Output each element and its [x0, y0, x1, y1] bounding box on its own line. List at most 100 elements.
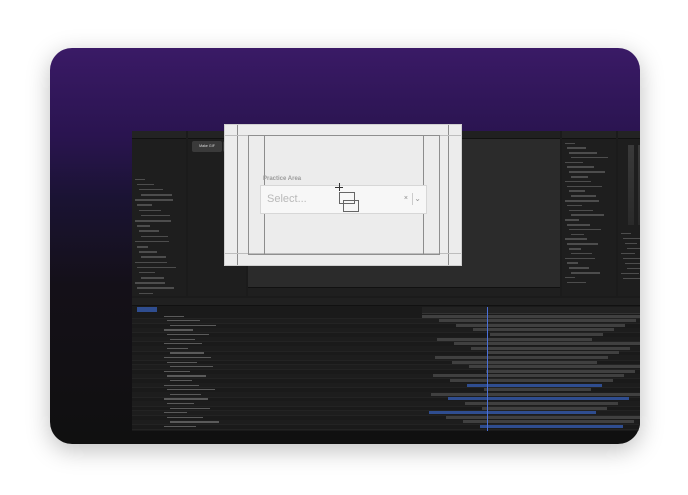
- list-item-text: [565, 161, 583, 164]
- select-divider: [412, 193, 413, 205]
- list-item-text: [623, 237, 640, 240]
- list-item-text: [137, 204, 152, 207]
- layer-name: [170, 407, 210, 409]
- layer-name: [170, 421, 219, 423]
- guide-line: [448, 125, 449, 265]
- list-item[interactable]: [132, 291, 186, 296]
- layer-duration-bar[interactable]: [429, 411, 596, 415]
- layer-name: [164, 384, 199, 386]
- layer-duration-bar[interactable]: [437, 337, 592, 341]
- layer-duration-bar[interactable]: [473, 328, 614, 332]
- list-item-text: [135, 220, 171, 222]
- clear-icon[interactable]: ×: [404, 195, 408, 202]
- list-item-text: [569, 209, 593, 212]
- chevron-down-icon[interactable]: ⌄: [414, 194, 421, 203]
- list-item-text: [621, 252, 635, 255]
- list-item-text: [571, 176, 588, 178]
- list-item-text: [139, 188, 163, 191]
- layer-name: [167, 389, 215, 391]
- composition-frame: Practice Area Select... × ⌄: [224, 124, 462, 266]
- timecode-display[interactable]: [137, 307, 157, 312]
- list-item[interactable]: [562, 280, 616, 285]
- list-item-text: [137, 183, 154, 186]
- practice-area-label: Practice Area: [263, 176, 302, 182]
- list-item-text: [571, 195, 596, 197]
- layer-duration-bar[interactable]: [482, 406, 607, 410]
- layer-name: [164, 356, 211, 359]
- layer-name: [170, 338, 195, 340]
- project-tree: [132, 139, 186, 296]
- viewer-toolbar: [248, 287, 560, 296]
- layer-duration-bar[interactable]: [439, 319, 636, 323]
- list-item-text: [139, 271, 155, 274]
- layer-duration-bar[interactable]: [480, 425, 623, 429]
- table-row[interactable]: [132, 424, 640, 430]
- layer-name: [170, 366, 213, 368]
- list-item-text: [135, 199, 173, 201]
- layer-duration-bar[interactable]: [463, 420, 634, 424]
- layer-duration-bar[interactable]: [450, 379, 613, 383]
- layer-duration-bar[interactable]: [469, 365, 640, 369]
- list-item-text: [565, 276, 575, 279]
- layer-duration-bar[interactable]: [488, 351, 619, 355]
- list-item-text: [569, 267, 589, 269]
- list-item-text: [565, 238, 587, 241]
- layer-duration-bar[interactable]: [448, 397, 629, 401]
- layer-name: [167, 320, 200, 322]
- layer-duration-bar[interactable]: [435, 356, 608, 360]
- layer-duration-bar[interactable]: [490, 333, 603, 337]
- select-placeholder: Select...: [267, 193, 307, 205]
- list-item-text: [139, 209, 161, 212]
- list-item-text: [141, 277, 164, 279]
- guide-line: [237, 125, 238, 265]
- layer-duration-bar[interactable]: [486, 369, 635, 373]
- layer-name: [164, 370, 190, 373]
- select-dropdown[interactable]: Select... × ⌄: [260, 183, 427, 214]
- effects-panel-title: [562, 131, 616, 139]
- layer-name: [164, 425, 196, 428]
- layer-duration-bar[interactable]: [484, 388, 591, 392]
- list-item-text: [569, 152, 597, 154]
- layer-duration-bar[interactable]: [456, 323, 625, 327]
- list-item-text: [571, 214, 604, 217]
- list-item-text: [567, 166, 594, 169]
- list-item-text: [137, 245, 148, 248]
- layer-duration-bar[interactable]: [471, 346, 630, 350]
- list-item-text: [567, 147, 586, 149]
- list-item-text: [621, 272, 639, 275]
- list-item-text: [621, 232, 631, 235]
- layer-name: [167, 361, 197, 363]
- list-item-text: [569, 171, 605, 173]
- playhead[interactable]: [487, 307, 488, 431]
- layer-duration-bar[interactable]: [446, 415, 640, 419]
- layer-duration-bar[interactable]: [431, 392, 640, 396]
- layer-duration-bar[interactable]: [433, 374, 624, 378]
- layer-name: [164, 343, 202, 345]
- list-item-text: [141, 194, 172, 196]
- panel-list: [618, 231, 640, 281]
- list-item-text: [137, 225, 150, 227]
- layer-bounds-icon: [343, 200, 359, 212]
- effects-presets-panel: [562, 131, 616, 296]
- info-panel-title: [618, 131, 640, 139]
- list-item-text: [565, 257, 595, 260]
- timeline-ruler: [422, 307, 640, 314]
- showcase-card: Make GIF ⚙: [50, 48, 640, 444]
- list-item-text: [627, 267, 640, 270]
- anchor-crosshair-icon[interactable]: [335, 183, 343, 191]
- list-item-text: [137, 266, 176, 269]
- list-item-text: [565, 200, 599, 202]
- layer-duration-bar[interactable]: [422, 314, 640, 318]
- list-item-text: [137, 287, 174, 290]
- make-gif-button[interactable]: Make GIF: [192, 141, 222, 152]
- audio-meter: [638, 145, 640, 225]
- list-item-text: [571, 233, 584, 236]
- list-item-text: [139, 230, 159, 232]
- layer-duration-bar[interactable]: [454, 342, 640, 346]
- list-item-text: [135, 178, 145, 181]
- layer-duration-bar[interactable]: [452, 360, 597, 364]
- list-item-text: [569, 190, 585, 193]
- project-panel: [132, 131, 186, 296]
- list-item[interactable]: [618, 276, 640, 281]
- list-item-text: [567, 185, 602, 188]
